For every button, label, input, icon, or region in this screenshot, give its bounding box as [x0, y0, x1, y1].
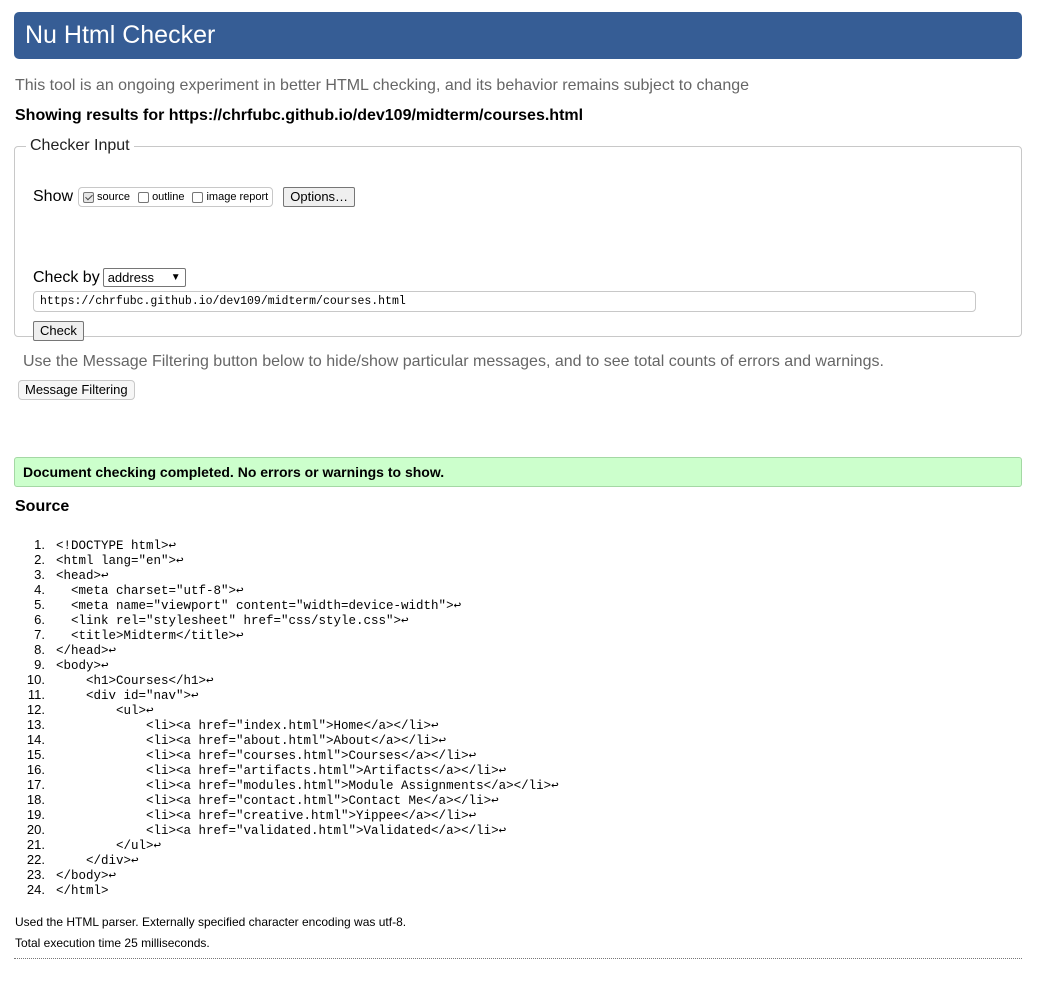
- source-line: 18. <li><a href="contact.html">Contact M…: [0, 792, 559, 808]
- source-line: 21. </ul>↩: [0, 837, 559, 853]
- source-line: 13. <li><a href="index.html">Home</a></l…: [0, 717, 559, 733]
- line-number: 4.: [34, 582, 45, 597]
- line-number: 3.: [34, 567, 45, 582]
- show-label: Show: [33, 188, 74, 205]
- options-button[interactable]: Options…: [283, 187, 356, 207]
- line-number: 21.: [26, 837, 45, 852]
- line-number: 15.: [26, 747, 45, 762]
- line-number: 22.: [26, 852, 45, 867]
- source-line: 1. <!DOCTYPE html>↩: [0, 537, 559, 553]
- line-number: 12.: [26, 702, 45, 717]
- line-number: 2.: [34, 552, 45, 567]
- check-button[interactable]: Check: [33, 321, 84, 341]
- source-line: 20. <li><a href="validated.html">Validat…: [0, 822, 559, 838]
- line-number: 23.: [26, 867, 45, 882]
- line-number: 9.: [34, 657, 45, 672]
- source-line: 14. <li><a href="about.html">About</a></…: [0, 732, 559, 748]
- line-number: 20.: [26, 822, 45, 837]
- tagline: This tool is an ongoing experiment in be…: [15, 77, 750, 94]
- line-number: 16.: [26, 762, 45, 777]
- source-line: 15. <li><a href="courses.html">Courses</…: [0, 747, 559, 763]
- check-by-row: Check by address ▼: [33, 268, 186, 287]
- page-header: Nu Html Checker: [14, 12, 1022, 59]
- source-heading: Source: [15, 498, 70, 515]
- show-outline-option[interactable]: outline: [138, 191, 184, 203]
- chevron-down-icon: ▼: [170, 272, 181, 283]
- line-number: 1.: [34, 537, 45, 552]
- execution-time: Total execution time 25 milliseconds.: [15, 936, 210, 950]
- source-checkbox[interactable]: [83, 191, 95, 203]
- source-line: 16. <li><a href="artifacts.html">Artifac…: [0, 762, 559, 778]
- show-source-option[interactable]: source: [83, 191, 130, 203]
- source-line: 19. <li><a href="creative.html">Yippee</…: [0, 807, 559, 823]
- show-options-group: source outline image report: [78, 187, 274, 207]
- line-number: 18.: [26, 792, 45, 807]
- line-number: 7.: [34, 627, 45, 642]
- source-line: 11. <div id="nav">↩: [0, 687, 559, 703]
- line-number: 19.: [26, 807, 45, 822]
- url-input[interactable]: https://chrfubc.github.io/dev109/midterm…: [33, 291, 976, 312]
- image-report-checkbox[interactable]: [192, 191, 204, 203]
- line-number: 14.: [26, 732, 45, 747]
- line-number: 17.: [26, 777, 45, 792]
- source-line: 2. <html lang="en">↩: [0, 552, 559, 568]
- source-line: 9. <body>↩: [0, 657, 559, 673]
- check-by-selected-value: address: [107, 270, 154, 285]
- source-code-list: 1. <!DOCTYPE html>↩ 2. <html lang="en">↩ 3…: [0, 537, 559, 898]
- line-number: 13.: [26, 717, 45, 732]
- parser-note: Used the HTML parser. Externally specifi…: [15, 915, 407, 929]
- check-by-select[interactable]: address ▼: [102, 268, 186, 287]
- message-filtering-note: Use the Message Filtering button below t…: [23, 353, 884, 370]
- source-line: 10. <h1>Courses</h1>↩: [0, 672, 559, 688]
- source-line: 12. <ul>↩: [0, 702, 559, 718]
- checker-input-fieldset: Checker Input Show source outline image …: [14, 137, 1022, 341]
- check-by-label: Check by: [33, 268, 100, 286]
- message-filtering-button[interactable]: Message Filtering: [18, 380, 135, 400]
- success-message: Document checking completed. No errors o…: [14, 457, 1022, 487]
- divider: [14, 958, 1022, 959]
- page-title: Nu Html Checker: [25, 21, 216, 49]
- source-line: 4. <meta charset="utf-8">↩: [0, 582, 559, 598]
- outline-checkbox[interactable]: [138, 191, 150, 203]
- image-report-checkbox-label: image report: [206, 191, 269, 203]
- line-number: 11.: [27, 687, 45, 702]
- source-line: 8. </head>↩: [0, 642, 559, 658]
- source-line: 17. <li><a href="modules.html">Module As…: [0, 777, 559, 793]
- line-number: 5.: [34, 597, 45, 612]
- show-image-report-option[interactable]: image report: [192, 191, 268, 203]
- source-line: 22. </div>↩: [0, 852, 559, 868]
- line-number: 10.: [26, 672, 45, 687]
- source-line: 23. </body>↩: [0, 867, 559, 883]
- source-line: 3. <head>↩: [0, 567, 559, 583]
- show-row: Show source outline image report Options…: [33, 187, 356, 207]
- line-number: 6.: [34, 612, 45, 627]
- line-number: 8.: [34, 642, 45, 657]
- outline-checkbox-label: outline: [152, 191, 185, 203]
- results-for-heading: Showing results for https://chrfubc.gith…: [15, 107, 584, 124]
- source-checkbox-label: source: [97, 191, 131, 203]
- line-number: 24.: [26, 882, 45, 897]
- source-line: 24. </html>: [0, 882, 559, 898]
- source-line: 6. <link rel="stylesheet" href="css/styl…: [0, 612, 559, 628]
- source-line: 7. <title>Midterm</title>↩: [0, 627, 559, 643]
- checker-input-legend: Checker Input: [30, 137, 130, 154]
- source-line: 5. <meta name="viewport" content="width=…: [0, 597, 559, 613]
